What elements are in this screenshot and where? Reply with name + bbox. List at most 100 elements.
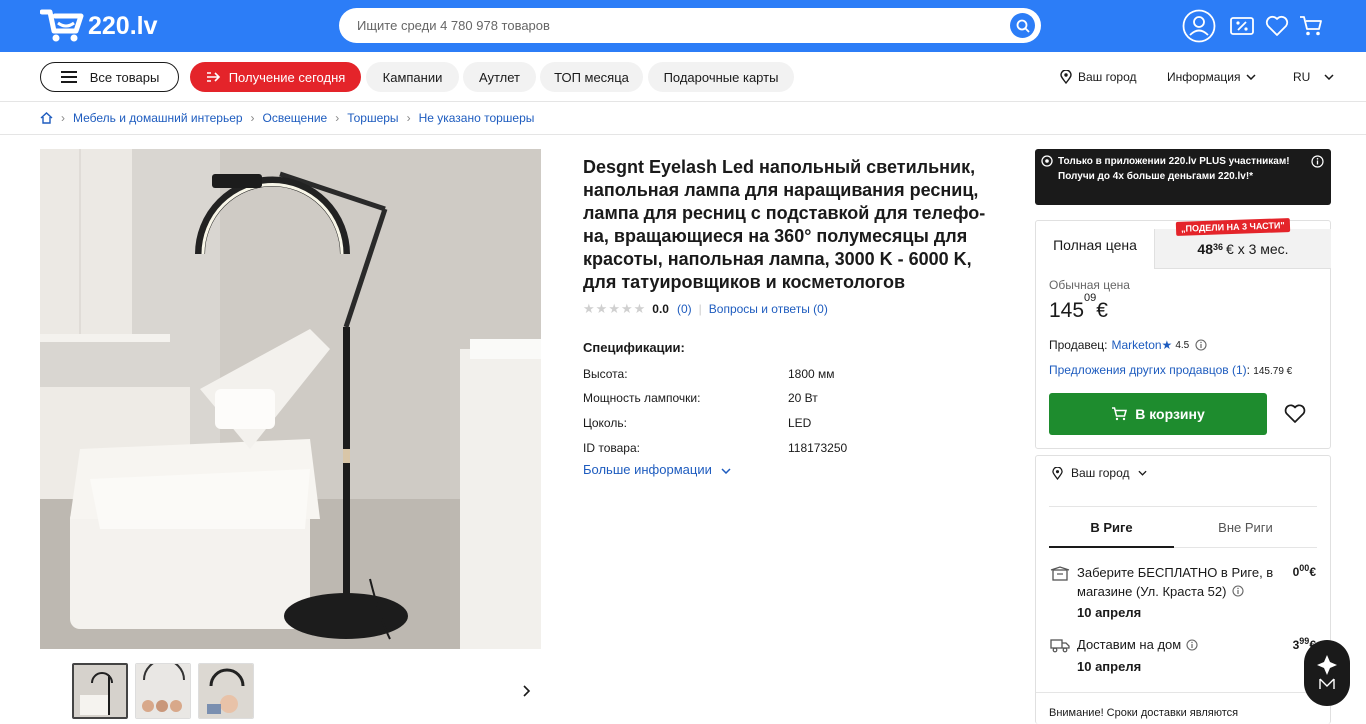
info-icon[interactable] xyxy=(1311,155,1324,168)
spec-row: Цоколь: LED xyxy=(583,416,983,430)
breadcrumb-lighting[interactable]: Освещение xyxy=(263,111,328,125)
spec-value: 118173250 xyxy=(788,441,848,455)
delivery-city-selector[interactable]: Ваш город xyxy=(1052,466,1147,480)
cart-icon xyxy=(1112,407,1128,421)
spec-key: ID товара: xyxy=(583,441,640,455)
spec-row: Высота: 1800 мм xyxy=(583,367,983,381)
regular-price-label: Обычная цена xyxy=(1049,278,1130,292)
city-selector[interactable]: Ваш город xyxy=(1060,70,1137,84)
other-offers-row: Предложения других продавцов (1): 145.79… xyxy=(1049,363,1292,377)
qa-link[interactable]: Вопросы и ответы (0) xyxy=(709,302,828,316)
get-today-button[interactable]: Получение сегодня xyxy=(190,62,361,92)
campaigns-label: Кампании xyxy=(382,69,443,85)
buy-box: Полная цена 48 36 € x 3 мес. „ПОДЕЛИ НА 3 … xyxy=(1035,218,1331,449)
all-products-label: Все товары xyxy=(89,69,160,85)
home-delivery-date: 10 апреля xyxy=(1077,659,1142,674)
account-button[interactable] xyxy=(1182,9,1216,43)
outlet-label: Аутлет xyxy=(478,69,521,85)
price-cents: 09 xyxy=(1084,292,1097,304)
nav-outlet[interactable]: Аутлет xyxy=(463,62,536,92)
tab-outside-riga[interactable]: Вне Риги xyxy=(1174,518,1317,548)
fast-arrow-icon xyxy=(206,72,220,82)
location-pin-icon xyxy=(1060,70,1072,84)
tab-outside-label: Вне Риги xyxy=(1218,520,1273,535)
delivery-city-label: Ваш город xyxy=(1071,466,1130,480)
city-label: Ваш город xyxy=(1078,70,1137,84)
cart-button[interactable] xyxy=(1294,9,1328,43)
home-icon[interactable] xyxy=(40,112,53,124)
breadcrumb-separator: › xyxy=(406,111,411,125)
price-int: 145 xyxy=(1049,299,1085,322)
chevron-down-icon xyxy=(1324,74,1334,80)
thumbnail-3[interactable] xyxy=(198,663,254,719)
wishlist-button[interactable] xyxy=(1260,9,1294,43)
home-price-cents: 99 xyxy=(1299,636,1310,646)
divider xyxy=(1036,692,1332,693)
nav-gift-cards[interactable]: Подарочные карты xyxy=(648,62,794,92)
get-today-label: Получение сегодня xyxy=(228,69,346,85)
cart-icon xyxy=(1300,16,1322,36)
search-bar xyxy=(339,8,1041,43)
thumbnail-1[interactable] xyxy=(72,663,128,719)
spec-key: Цоколь: xyxy=(583,416,627,430)
installment-cents: 36 xyxy=(1213,241,1224,252)
thumbnail-image xyxy=(74,665,126,717)
account-icon xyxy=(1182,9,1216,43)
discounts-button[interactable] xyxy=(1225,9,1259,43)
price: 14509€ xyxy=(1049,292,1108,323)
pickup-option: Заберите БЕСПЛАТНО в Риге, в магазине (У… xyxy=(1077,563,1277,601)
info-icon[interactable] xyxy=(1195,339,1207,351)
more-info-link[interactable]: Больше информации xyxy=(583,462,731,477)
nav-campaigns[interactable]: Кампании xyxy=(366,62,459,92)
chat-widget-button[interactable] xyxy=(1304,640,1350,706)
all-products-button[interactable]: Все товары xyxy=(40,62,179,92)
percent-icon xyxy=(1230,17,1254,35)
chevron-down-icon xyxy=(721,468,731,475)
top-month-label: ТОП месяца xyxy=(554,69,629,85)
seller-row: Продавец: Marketon ★ 4.5 xyxy=(1049,338,1207,352)
pickup-price: 000€ xyxy=(1293,563,1316,579)
add-to-cart-button[interactable]: В корзину xyxy=(1049,393,1267,435)
pickup-currency: € xyxy=(1309,565,1316,579)
spec-value: 20 Вт xyxy=(788,391,818,405)
product-title: Desgnt Eyelash Led напольный светильник,… xyxy=(583,157,986,292)
wishlist-heart-icon[interactable] xyxy=(1284,404,1306,424)
tab-riga-label: В Риге xyxy=(1090,520,1133,535)
spec-row: Мощность лампочки: 20 Вт xyxy=(583,391,983,405)
info-icon[interactable] xyxy=(1186,638,1198,651)
chevron-right-icon[interactable] xyxy=(522,684,532,698)
reviews-link[interactable]: (0) xyxy=(677,302,692,316)
divider xyxy=(1049,506,1317,507)
heart-icon xyxy=(1265,15,1289,36)
top-bar: 220.lv xyxy=(0,0,1366,52)
nav-top-month[interactable]: ТОП месяца xyxy=(540,62,643,92)
tab-full-price[interactable]: Полная цена xyxy=(1036,221,1154,269)
pickup-price-cents: 00 xyxy=(1299,563,1310,573)
language-selector[interactable]: RU xyxy=(1293,70,1334,84)
site-logo[interactable]: 220.lv xyxy=(40,8,158,44)
info-menu[interactable]: Информация xyxy=(1167,70,1257,84)
info-icon[interactable] xyxy=(1232,585,1244,597)
seller-label: Продавец: xyxy=(1049,338,1108,352)
breadcrumb: › Мебель и домашний интерьер › Освещение… xyxy=(0,102,1366,135)
search-input[interactable] xyxy=(339,8,999,43)
assistant-icon xyxy=(1317,655,1337,689)
rating-stars: ★★★★★ xyxy=(583,301,646,316)
other-offers-link[interactable]: Предложения других продавцов (1) xyxy=(1049,363,1247,377)
logo-text: 220.lv xyxy=(88,11,158,40)
app-promo-banner[interactable]: Только в приложении 220.lv PLUS участник… xyxy=(1035,149,1331,205)
thumbnail-2[interactable] xyxy=(135,663,191,719)
home-delivery-option: Доставим на дом xyxy=(1077,637,1198,652)
search-button[interactable] xyxy=(1010,13,1035,38)
breadcrumb-separator: › xyxy=(61,111,65,125)
delivery-box: Ваш город В Риге Вне Риги Заберите БЕСПЛ… xyxy=(1035,455,1332,724)
breadcrumb-unspecified[interactable]: Не указано торшеры xyxy=(419,111,535,125)
seller-link[interactable]: Marketon xyxy=(1112,338,1162,352)
promo-text: Только в приложении 220.lv PLUS участник… xyxy=(1058,156,1290,182)
breadcrumb-floor-lamps[interactable]: Торшеры xyxy=(347,111,398,125)
product-main-image[interactable] xyxy=(40,149,541,649)
seller-rating: 4.5 xyxy=(1175,339,1190,351)
breadcrumb-furniture[interactable]: Мебель и домашний интерьер xyxy=(73,111,243,125)
breadcrumb-separator: › xyxy=(335,111,340,125)
tab-riga[interactable]: В Риге xyxy=(1049,518,1174,548)
